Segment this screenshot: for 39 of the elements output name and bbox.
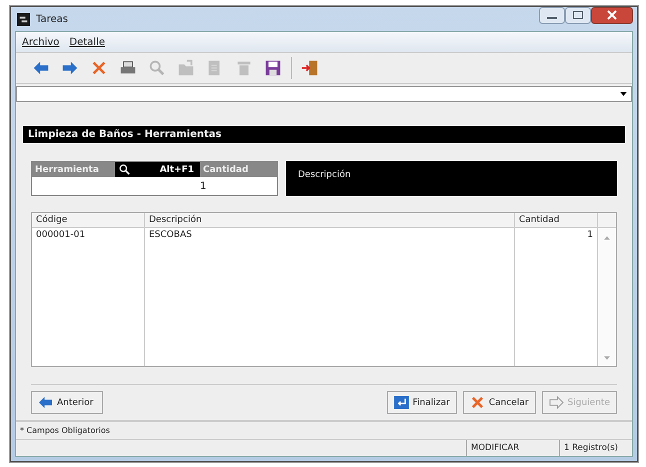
scrollbar[interactable]	[598, 228, 616, 366]
action-button[interactable]: Cancelar	[462, 391, 536, 414]
left-arrow-icon	[38, 396, 53, 409]
column-header[interactable]: Códige	[32, 213, 145, 227]
scroll-down-icon[interactable]	[604, 356, 610, 360]
back-icon[interactable]	[32, 59, 50, 77]
field-label: Herramienta	[32, 162, 115, 177]
action-button[interactable]: Finalizar	[386, 391, 457, 414]
table-cell-text: 000001-01	[36, 228, 86, 241]
required-fields-note: * Campos Obligatorios	[16, 420, 632, 439]
exit-icon[interactable]	[301, 59, 319, 77]
delete-icon[interactable]	[90, 59, 108, 77]
maximize-icon[interactable]	[565, 7, 591, 24]
column-header[interactable]: Descripción	[145, 213, 515, 227]
window-title: Tareas	[36, 14, 69, 24]
shortcut-label: Alt+F1	[160, 164, 194, 174]
column-header[interactable]: Cantidad	[515, 213, 598, 227]
dropdown-arrow-icon[interactable]	[620, 92, 627, 96]
menu-item[interactable]: Detalle	[69, 36, 106, 48]
close-icon[interactable]	[591, 7, 633, 24]
table-cell-text: ESCOBAS	[149, 228, 193, 241]
enter-icon	[394, 396, 409, 409]
cross-icon	[470, 396, 485, 409]
app-icon	[17, 12, 30, 26]
menu-item[interactable]: Archivo	[22, 36, 60, 48]
section-title: Limpieza de Baños - Herramientas	[23, 126, 625, 143]
search-icon[interactable]	[119, 164, 130, 175]
field-label: Cantidad	[200, 162, 277, 177]
action-button[interactable]: Anterior	[31, 391, 103, 414]
table-cell-text: 1	[586, 228, 593, 241]
status-panel: MODIFICAR	[466, 440, 559, 456]
status-panel: 1 Registro(s)	[559, 440, 632, 456]
save-icon[interactable]	[264, 59, 282, 77]
quantity-field[interactable]: 1	[32, 177, 277, 195]
minimize-icon[interactable]	[539, 7, 565, 24]
right-arrow-icon	[548, 396, 564, 409]
scroll-up-icon[interactable]	[604, 236, 610, 240]
description-label: Descripción	[298, 170, 351, 180]
forward-icon[interactable]	[61, 59, 79, 77]
